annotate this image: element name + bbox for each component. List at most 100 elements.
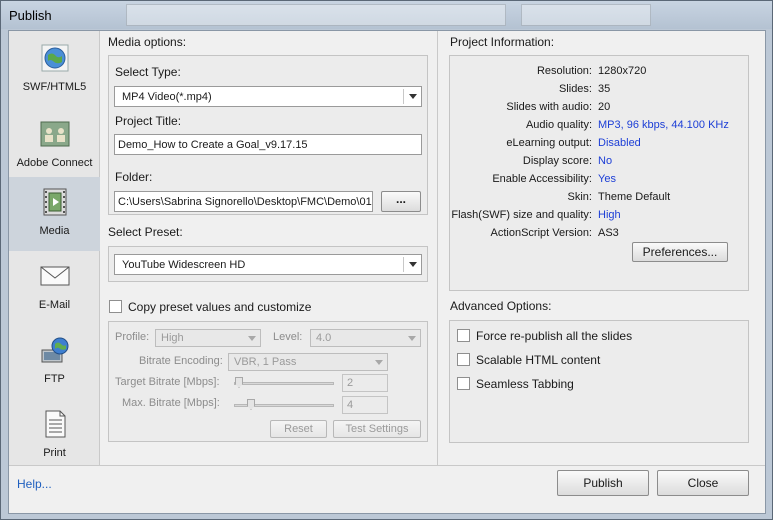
publish-button[interactable]: Publish bbox=[557, 470, 649, 496]
info-value: AS3 bbox=[598, 227, 619, 239]
dropdown-divider bbox=[403, 257, 404, 272]
info-key: Slides with audio: bbox=[506, 101, 592, 113]
project-info-header: Project Information: bbox=[450, 35, 555, 49]
select-type-dropdown[interactable]: MP4 Video(*.mp4) bbox=[114, 86, 422, 107]
select-type-value: MP4 Video(*.mp4) bbox=[122, 91, 212, 103]
sidebar-item-print[interactable]: Print bbox=[9, 399, 100, 471]
force-republish-checkbox[interactable] bbox=[457, 329, 470, 342]
select-preset-value: YouTube Widescreen HD bbox=[122, 259, 246, 271]
max-bitrate-slider-thumb[interactable] bbox=[247, 399, 255, 410]
sidebar-item-label: FTP bbox=[44, 373, 65, 385]
level-dropdown[interactable]: 4.0 bbox=[310, 329, 421, 347]
scalable-html-checkbox[interactable] bbox=[457, 353, 470, 366]
level-value: 4.0 bbox=[316, 332, 332, 344]
advanced-options-header: Advanced Options: bbox=[450, 299, 552, 313]
advanced-options-panel: Force re-publish all the slides Scalable… bbox=[449, 320, 749, 443]
dropdown-divider bbox=[403, 89, 404, 104]
project-title-label: Project Title: bbox=[115, 114, 182, 128]
publish-target-sidebar: SWF/HTML5 Adobe Connect Media E-Mail FTP… bbox=[9, 31, 100, 465]
target-bitrate-label: Target Bitrate [Mbps]: bbox=[115, 376, 220, 388]
info-key: Skin: bbox=[567, 191, 592, 203]
info-key: Audio quality: bbox=[525, 119, 592, 131]
sidebar-item-adobe-connect[interactable]: Adobe Connect bbox=[9, 109, 100, 181]
help-link[interactable]: Help... bbox=[17, 477, 52, 491]
project-info-panel: Resolution: 1280x720 Slides: 35 Slides w… bbox=[449, 55, 749, 291]
target-bitrate-input[interactable]: 2 bbox=[342, 374, 388, 392]
info-key: Enable Accessibility: bbox=[492, 173, 592, 185]
media-options-panel: Select Type: MP4 Video(*.mp4) Project Ti… bbox=[108, 55, 428, 215]
publish-dialog: Publish SWF/HTML5 Adobe Connect Media E-… bbox=[0, 0, 773, 520]
info-value: 1280x720 bbox=[598, 65, 647, 77]
background-window-ghost bbox=[521, 4, 651, 26]
dialog-body: SWF/HTML5 Adobe Connect Media E-Mail FTP… bbox=[8, 30, 766, 514]
film-icon bbox=[43, 188, 67, 216]
connect-icon bbox=[40, 121, 70, 147]
close-button[interactable]: Close bbox=[657, 470, 749, 496]
document-icon bbox=[45, 410, 66, 438]
envelope-icon bbox=[40, 266, 70, 286]
bitrate-encoding-value: VBR, 1 Pass bbox=[234, 356, 297, 368]
sidebar-item-label: Media bbox=[39, 225, 70, 237]
seamless-tabbing-label: Seamless Tabbing bbox=[476, 377, 574, 391]
sidebar-item-media[interactable]: Media bbox=[9, 177, 100, 251]
chevron-down-icon bbox=[409, 94, 417, 99]
reset-button[interactable]: Reset bbox=[270, 420, 327, 438]
folder-path-input[interactable]: C:\Users\Sabrina Signorello\Desktop\FMC\… bbox=[114, 191, 373, 212]
sidebar-item-label: Adobe Connect bbox=[16, 157, 93, 169]
select-type-label: Select Type: bbox=[115, 65, 181, 79]
preferences-button[interactable]: Preferences... bbox=[632, 242, 728, 262]
column-divider bbox=[437, 31, 438, 465]
target-bitrate-slider-thumb[interactable] bbox=[235, 377, 243, 388]
bitrate-encoding-dropdown[interactable]: VBR, 1 Pass bbox=[228, 353, 388, 371]
profile-value: High bbox=[161, 332, 184, 344]
title-bar[interactable]: Publish bbox=[1, 1, 772, 29]
ftp-globe-icon bbox=[41, 337, 69, 363]
background-window-ghost bbox=[126, 4, 506, 26]
sidebar-item-swf-html5[interactable]: SWF/HTML5 bbox=[9, 33, 100, 105]
audio-quality-link[interactable]: MP3, 96 kbps, 44.100 KHz bbox=[598, 119, 729, 131]
test-settings-button[interactable]: Test Settings bbox=[333, 420, 421, 438]
info-key: eLearning output: bbox=[506, 137, 592, 149]
window-title: Publish bbox=[9, 8, 52, 23]
seamless-tabbing-checkbox[interactable] bbox=[457, 377, 470, 390]
encoding-settings-panel: Profile: High Level: 4.0 Bitrate Encodin… bbox=[108, 321, 428, 442]
target-bitrate-slider[interactable] bbox=[234, 382, 334, 385]
chevron-down-icon bbox=[248, 336, 256, 341]
swf-quality-link[interactable]: High bbox=[598, 209, 621, 221]
info-key: Display score: bbox=[522, 155, 592, 167]
chevron-down-icon bbox=[375, 360, 383, 365]
select-preset-dropdown[interactable]: YouTube Widescreen HD bbox=[114, 254, 422, 275]
sidebar-item-email[interactable]: E-Mail bbox=[9, 251, 100, 323]
select-preset-label: Select Preset: bbox=[108, 225, 183, 239]
info-value: 20 bbox=[598, 101, 611, 113]
enable-accessibility-link[interactable]: Yes bbox=[598, 173, 616, 185]
display-score-link[interactable]: No bbox=[598, 155, 612, 167]
level-label: Level: bbox=[273, 331, 303, 343]
info-key: Slides: bbox=[558, 83, 592, 95]
bitrate-encoding-label: Bitrate Encoding: bbox=[139, 355, 223, 367]
project-title-input[interactable]: Demo_How to Create a Goal_v9.17.15 bbox=[114, 134, 422, 155]
sidebar-item-ftp[interactable]: FTP bbox=[9, 325, 100, 397]
customize-preset-checkbox[interactable] bbox=[109, 300, 122, 313]
max-bitrate-input[interactable]: 4 bbox=[342, 396, 388, 414]
max-bitrate-label: Max. Bitrate [Mbps]: bbox=[122, 397, 220, 409]
chevron-down-icon bbox=[409, 262, 417, 267]
footer-divider bbox=[9, 465, 765, 466]
media-options-header: Media options: bbox=[108, 35, 187, 49]
info-key: ActionScript Version: bbox=[490, 227, 593, 239]
elearning-output-link[interactable]: Disabled bbox=[598, 137, 641, 149]
scalable-html-label: Scalable HTML content bbox=[476, 353, 601, 367]
info-value: 35 bbox=[598, 83, 611, 95]
browse-folder-button[interactable]: ... bbox=[381, 191, 421, 212]
sidebar-item-label: Print bbox=[43, 447, 66, 459]
folder-label: Folder: bbox=[115, 170, 153, 184]
chevron-down-icon bbox=[408, 336, 416, 341]
globe-icon bbox=[41, 44, 69, 72]
profile-dropdown[interactable]: High bbox=[155, 329, 261, 347]
profile-label: Profile: bbox=[115, 331, 150, 343]
info-key: Flash(SWF) size and quality: bbox=[451, 209, 592, 221]
force-republish-label: Force re-publish all the slides bbox=[476, 329, 633, 343]
customize-preset-label: Copy preset values and customize bbox=[128, 300, 312, 314]
sidebar-item-label: E-Mail bbox=[38, 299, 71, 311]
preset-panel: YouTube Widescreen HD bbox=[108, 246, 428, 282]
